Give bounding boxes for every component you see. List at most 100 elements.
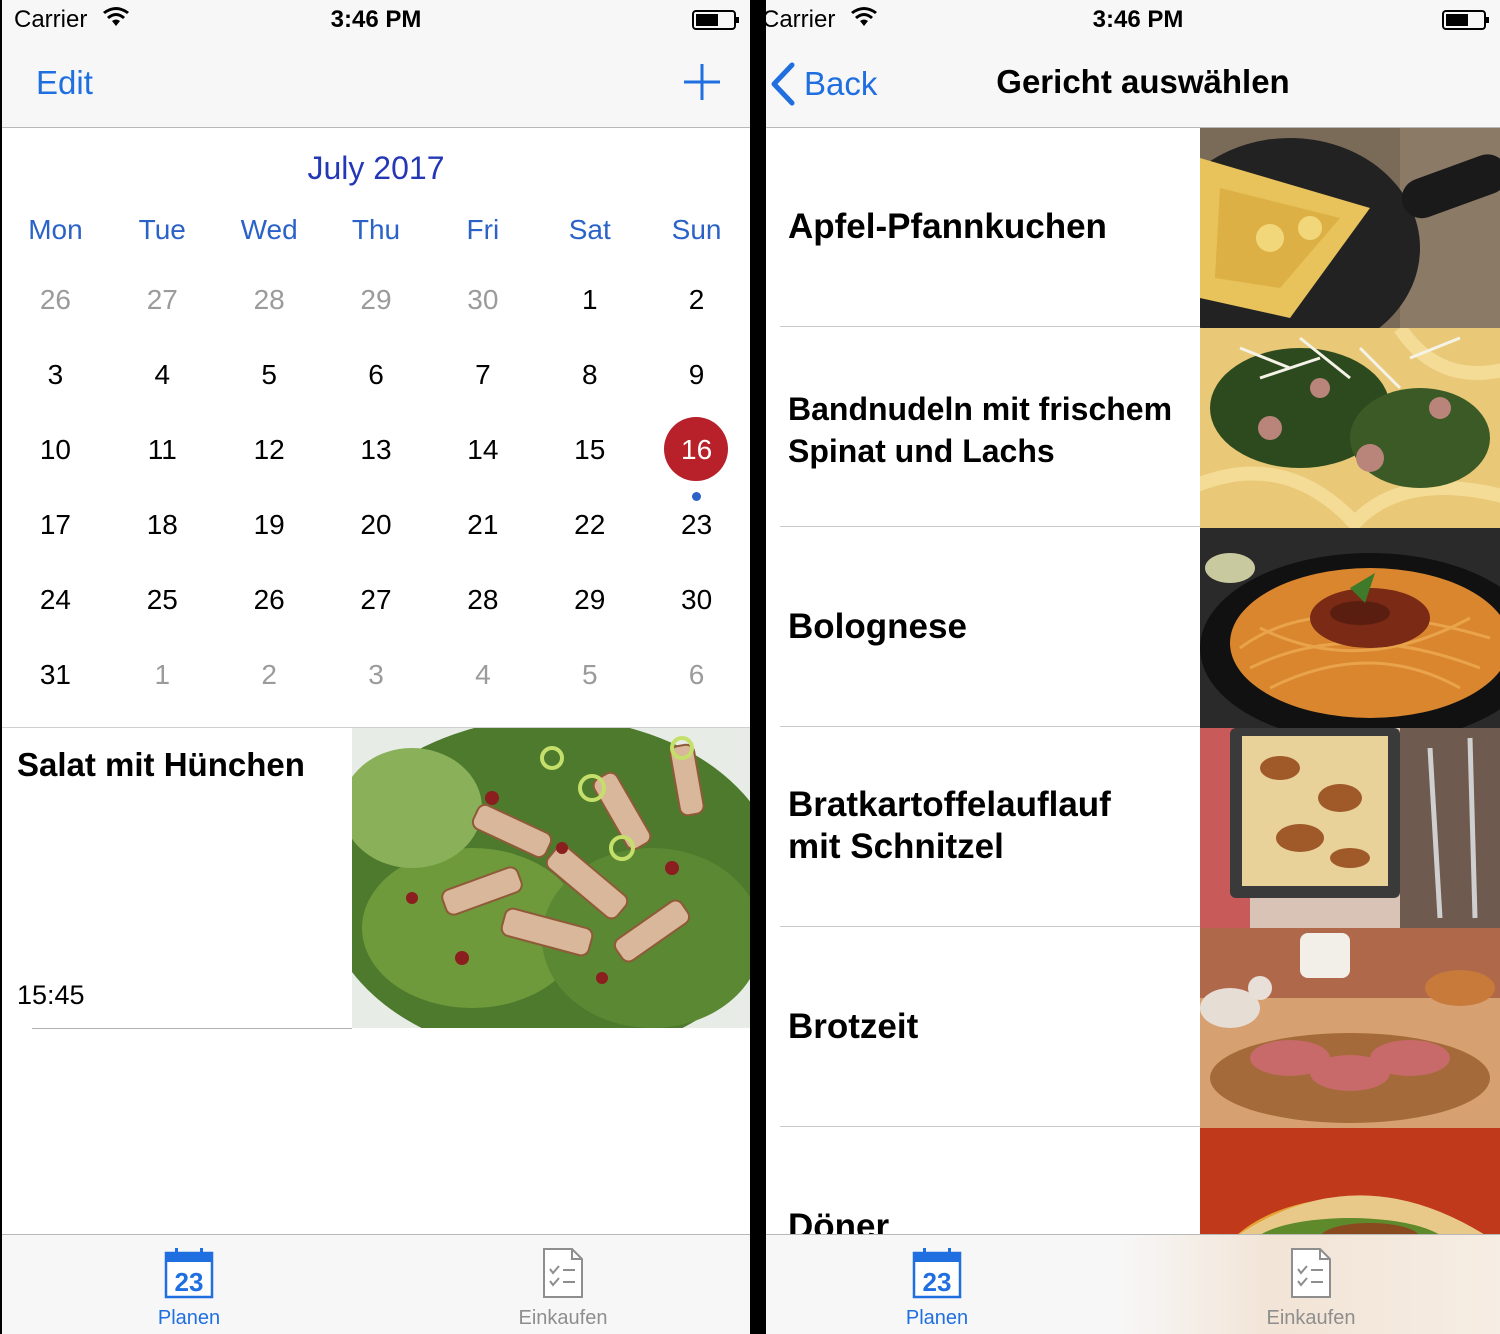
calendar-day-number: 15: [574, 433, 606, 465]
calendar-day[interactable]: 3: [2, 337, 109, 412]
recipe-row[interactable]: Bratkartoffelauflauf mit Schnitzel: [766, 728, 1500, 928]
calendar-day[interactable]: 18: [109, 487, 216, 562]
calendar-day[interactable]: 17: [2, 487, 109, 562]
recipe-row[interactable]: Döner: [766, 1128, 1500, 1234]
planned-meal-name: Salat mit Hünchen: [17, 746, 305, 783]
calendar-day[interactable]: 19: [216, 487, 323, 562]
divider: [780, 326, 1200, 327]
tab-einkaufen[interactable]: Einkaufen: [1124, 1235, 1498, 1334]
calendar-day[interactable]: 5: [536, 637, 643, 712]
calendar-day[interactable]: 8: [536, 337, 643, 412]
calendar-day[interactable]: 6: [323, 337, 430, 412]
calendar-day-number: 3: [47, 358, 64, 390]
edit-button[interactable]: Edit: [36, 64, 93, 102]
calendar-day[interactable]: 24: [2, 562, 109, 637]
recipe-name-line: Bandnudeln mit frischem: [788, 391, 1173, 427]
calendar-day-number: 29: [574, 583, 606, 615]
calendar-day[interactable]: 14: [429, 412, 536, 487]
recipe-row[interactable]: Brotzeit: [766, 928, 1500, 1128]
calendar-day[interactable]: 28: [216, 262, 323, 337]
planned-meal-row[interactable]: Salat mit Hünchen 15:45: [2, 728, 750, 1028]
weekday-label: Mon: [28, 214, 83, 245]
calendar-day-number: 14: [467, 433, 499, 465]
calendar-day[interactable]: 2: [643, 262, 750, 337]
calendar-day-number: 24: [39, 583, 71, 615]
calendar-day-number: 5: [261, 358, 277, 390]
calendar-day-number: 10: [39, 433, 71, 465]
calendar-day[interactable]: 9: [643, 337, 750, 412]
recipe-name: Bolognese: [788, 606, 1188, 648]
app-root: Carrier 3:46 PM Edit July 2017 Mon Tue Wed…: [0, 0, 1500, 1334]
recipe-row[interactable]: Bandnudeln mit frischem Spinat und Lachs: [766, 328, 1500, 528]
divider: [780, 1126, 1200, 1127]
calendar-day[interactable]: 25: [109, 562, 216, 637]
checklist-icon: [1291, 1248, 1331, 1298]
checklist-icon: [543, 1248, 583, 1298]
calendar-day[interactable]: 27: [109, 262, 216, 337]
add-button[interactable]: [682, 62, 722, 102]
calendar-day[interactable]: 22: [536, 487, 643, 562]
calendar-day-number: 7: [475, 358, 491, 390]
calendar-day[interactable]: 15: [536, 412, 643, 487]
calendar-day[interactable]: 3: [323, 637, 430, 712]
weekday-header: Mon Tue Wed Thu Fri Sat Sun: [2, 214, 750, 246]
calendar-week-row: 31 1 2 3 4 5 6: [2, 637, 750, 712]
calendar-day[interactable]: 7: [429, 337, 536, 412]
weekday-label: Wed: [240, 214, 298, 245]
calendar-day[interactable]: 30: [643, 562, 750, 637]
tab-einkaufen[interactable]: Einkaufen: [376, 1235, 750, 1334]
calendar-day-number: 13: [360, 433, 392, 465]
calendar-day[interactable]: 2: [216, 637, 323, 712]
tab-planen[interactable]: 23 Planen: [2, 1235, 376, 1334]
calendar-day[interactable]: 5: [216, 337, 323, 412]
calendar-day[interactable]: 26: [2, 262, 109, 337]
calendar-day[interactable]: 1: [536, 262, 643, 337]
recipe-photo: [1200, 528, 1500, 728]
calendar-day-number: 6: [688, 658, 705, 690]
tab-bar: 23 Planen Einkaufen: [2, 1234, 750, 1334]
tab-planen[interactable]: 23 Planen: [766, 1235, 1124, 1334]
recipe-name-line: Brotzeit: [788, 1007, 919, 1046]
calendar-day-number: 1: [154, 658, 171, 690]
calendar-day-number: 30: [681, 583, 713, 615]
calendar-day-number: 18: [146, 508, 178, 540]
recipe-name: Döner: [788, 1206, 1188, 1234]
calendar-day-number: 26: [253, 583, 285, 615]
calendar-icon-day: 23: [923, 1267, 952, 1297]
planned-meal-photo: [352, 728, 750, 1028]
calendar-icon-day: 23: [175, 1267, 204, 1297]
calendar-day[interactable]: 29: [323, 262, 430, 337]
calendar-day-number: 27: [146, 283, 178, 315]
calendar-day[interactable]: 12: [216, 412, 323, 487]
calendar-day[interactable]: 29: [536, 562, 643, 637]
calendar-day[interactable]: 30: [429, 262, 536, 337]
recipe-name: Apfel-Pfannkuchen: [788, 206, 1188, 248]
recipe-name-line: Bolognese: [788, 607, 967, 646]
status-bar: Carrier 3:46 PM: [766, 0, 1500, 40]
calendar-day[interactable]: 13: [323, 412, 430, 487]
calendar-day[interactable]: 27: [323, 562, 430, 637]
calendar-day[interactable]: 20: [323, 487, 430, 562]
calendar-day[interactable]: 26: [216, 562, 323, 637]
planned-meal-time: 15:45: [17, 980, 85, 1010]
recipe-name-line: Apfel-Pfannkuchen: [788, 207, 1107, 246]
calendar-day[interactable]: 6: [643, 637, 750, 712]
calendar-day[interactable]: 11: [109, 412, 216, 487]
calendar-day[interactable]: 1: [109, 637, 216, 712]
calendar-day[interactable]: 28: [429, 562, 536, 637]
recipe-name: Bratkartoffelauflauf mit Schnitzel: [788, 784, 1188, 868]
recipe-row[interactable]: Apfel-Pfannkuchen: [766, 128, 1500, 328]
recipe-row[interactable]: Bolognese: [766, 528, 1500, 728]
recipe-name-line: mit Schnitzel: [788, 827, 1004, 866]
calendar-day[interactable]: 10: [2, 412, 109, 487]
calendar-day-today[interactable]: 16: [643, 412, 750, 501]
divider: [780, 926, 1200, 927]
recipe-name: Brotzeit: [788, 1006, 1188, 1048]
calendar-day[interactable]: 21: [429, 487, 536, 562]
calendar-day-number: 21: [467, 508, 499, 540]
calendar-day[interactable]: 4: [429, 637, 536, 712]
calendar-week-row: 26 27 28 29 30 1 2: [2, 262, 750, 337]
calendar-day-number: 28: [467, 583, 499, 615]
calendar-day[interactable]: 4: [109, 337, 216, 412]
calendar-day[interactable]: 31: [2, 637, 109, 712]
